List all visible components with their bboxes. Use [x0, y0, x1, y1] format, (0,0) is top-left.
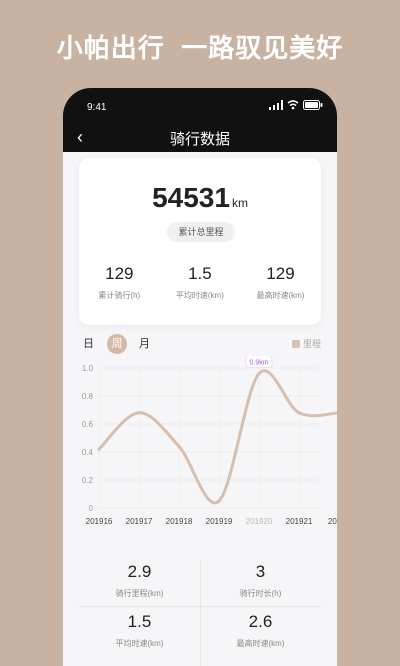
- tooltip-label: 0.9km: [249, 360, 268, 367]
- tab-week[interactable]: 周: [107, 334, 127, 354]
- x-tick-label: 201921: [286, 517, 313, 526]
- x-tick-label: 201920: [246, 517, 273, 526]
- stat-label: 骑行时长(h): [239, 589, 282, 598]
- stat-max-speed: 129 最高时速(km): [240, 264, 321, 301]
- stat-ride-distance: 2.9 骑行里程(km): [79, 562, 200, 599]
- mileage-chart-svg: 1.0 0.8 0.6 0.4 0.2 0 201916 201917 201918 201919…: [82, 355, 337, 526]
- total-mileage: 54531 km: [79, 182, 321, 214]
- stat-label: 最高时速(km): [236, 639, 285, 648]
- total-mileage-value: 54531: [152, 182, 230, 213]
- stat-label: 累计骑行(h): [98, 291, 141, 300]
- signal-icon: [269, 100, 283, 110]
- summary-stats: 129 累计骑行(h) 1.5 平均时速(km) 129 最高时速(km): [79, 264, 321, 301]
- stat-value: 2.6: [248, 612, 273, 631]
- stat-label: 平均时速(km): [115, 639, 164, 648]
- total-mileage-unit: km: [231, 196, 248, 210]
- page-title: 骑行数据: [169, 131, 230, 148]
- stat-top-speed: 2.6 最高时速(km): [200, 612, 321, 649]
- y-tick-label: 0.8: [82, 392, 94, 401]
- status-time: 9:41: [87, 102, 107, 113]
- content: 54531 km 累计总里程 129 累计骑行(h) 1.5 平均时速(km) 1…: [63, 152, 337, 666]
- app-screen: 9:41 ‹ 骑行数据 54531 km 累计总里程 129 累计骑行(h) 1…: [63, 88, 337, 666]
- y-tick-label: 1.0: [82, 364, 94, 373]
- x-tick-label: 201916: [86, 517, 113, 526]
- status-bar: 9:41: [63, 88, 337, 124]
- stat-value: 129: [105, 264, 134, 283]
- summary-card: 54531 km 累计总里程 129 累计骑行(h) 1.5 平均时速(km) 1…: [79, 158, 321, 325]
- stat-avg-speed: 1.5 平均时速(km): [160, 264, 241, 301]
- tab-day[interactable]: 日: [83, 334, 94, 354]
- stat-value: 2.9: [127, 562, 152, 581]
- period-tabs: 日 周 月 里程: [83, 334, 323, 354]
- stat-ride-duration: 3 骑行时长(h): [200, 562, 321, 599]
- series-line-mileage: [97, 369, 337, 505]
- status-icons: [269, 100, 323, 110]
- tab-month[interactable]: 月: [139, 334, 150, 354]
- stat-label: 最高时速(km): [256, 291, 305, 300]
- y-tick-label: 0: [89, 504, 94, 513]
- divider-horizontal: [79, 606, 321, 607]
- legend-swatch: [291, 339, 300, 348]
- stat-value: 1.5: [188, 264, 212, 283]
- x-tick-label: 201917: [126, 517, 153, 526]
- chart-legend: 里程: [291, 337, 321, 350]
- stat-value: 129: [266, 264, 295, 283]
- data-point[interactable]: [257, 372, 261, 376]
- stat-ride-hours: 129 累计骑行(h): [79, 264, 160, 301]
- stat-value: 1.5: [127, 612, 152, 631]
- x-tick-label: 20192: [328, 517, 337, 526]
- y-tick-label: 0.4: [82, 448, 94, 457]
- stat-average-speed: 1.5 平均时速(km): [79, 612, 200, 649]
- data-point[interactable]: [137, 411, 141, 415]
- data-point[interactable]: [97, 447, 101, 451]
- mileage-chart: 1.0 0.8 0.6 0.4 0.2 0 201916 201917 201918 201919…: [63, 355, 337, 546]
- y-tick-label: 0.2: [82, 476, 94, 485]
- legend-label: 里程: [302, 339, 321, 349]
- data-point[interactable]: [177, 444, 181, 448]
- total-mileage-label: 累计总里程: [167, 222, 235, 242]
- ride-detail-stats: 2.9 骑行里程(km) 3 骑行时长(h) 1.5 平均时速(km) 2.6 …: [79, 560, 321, 666]
- battery-icon: [303, 100, 323, 110]
- phone-frame: 9:41 ‹ 骑行数据 54531 km 累计总里程 129 累计骑行(h) 1…: [63, 88, 337, 666]
- x-tick-label: 201918: [166, 517, 193, 526]
- stat-label: 骑行里程(km): [115, 589, 164, 598]
- stat-value: 3: [255, 562, 266, 581]
- x-tick-label: 201919: [206, 517, 233, 526]
- y-tick-label: 0.6: [82, 420, 94, 429]
- stat-label: 平均时速(km): [175, 291, 224, 300]
- promo-title: 小帕出行 一路驭见美好: [56, 33, 344, 63]
- wifi-icon: [287, 100, 299, 110]
- data-point[interactable]: [217, 499, 221, 503]
- data-point[interactable]: [297, 411, 301, 415]
- nav-bar: ‹ 骑行数据: [63, 124, 337, 152]
